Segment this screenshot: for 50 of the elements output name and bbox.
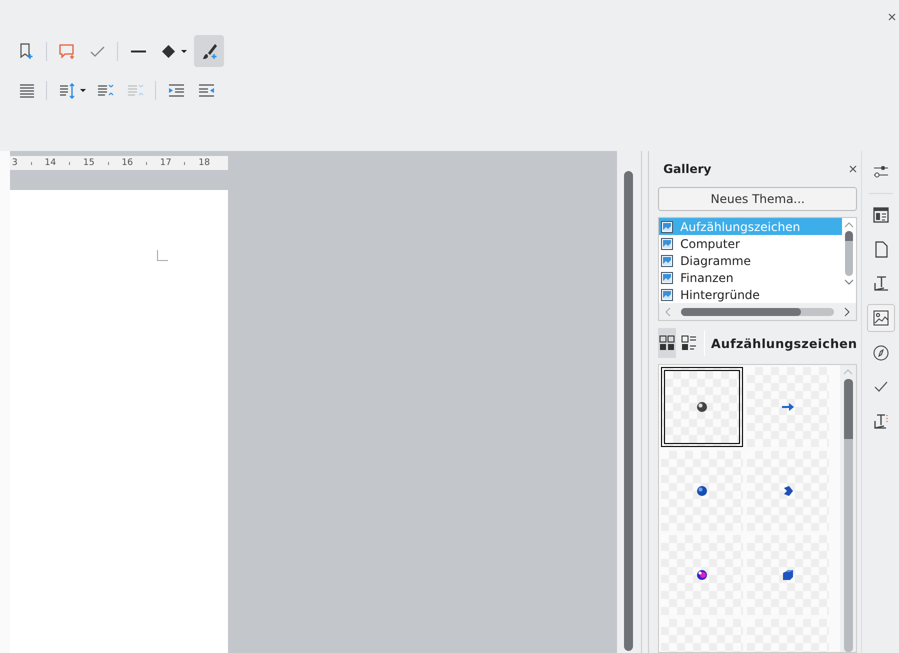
- comment-icon: [58, 42, 76, 60]
- ruler-number: 3: [12, 158, 18, 168]
- picture-icon: [661, 272, 674, 284]
- sphere-icon: [696, 401, 708, 413]
- picture-tab[interactable]: [866, 304, 895, 332]
- ruler-number: 15: [83, 158, 95, 168]
- cube-icon: [782, 569, 794, 581]
- caret-icon: [80, 88, 86, 92]
- close-icon: [849, 165, 858, 173]
- ruler-number: 16: [122, 158, 134, 168]
- line-spacing-icon: [58, 80, 76, 100]
- theme-name: Aufzählungszeichen: [711, 336, 858, 350]
- design-icon: [872, 412, 890, 430]
- ruler-number: 17: [160, 158, 172, 168]
- arrow-icon: [782, 401, 794, 413]
- scroll-right-icon[interactable]: [844, 306, 850, 316]
- horizontal-scrollbar[interactable]: [681, 308, 834, 316]
- styles-icon: [872, 206, 890, 224]
- caret-icon: [181, 50, 187, 52]
- theme-item[interactable]: Computer: [659, 235, 842, 252]
- scroll-down-icon[interactable]: [844, 279, 854, 285]
- picture-icon: [661, 220, 674, 232]
- line-icon: [130, 50, 146, 52]
- text-ruler-icon: [872, 274, 890, 292]
- picture-icon: [661, 254, 674, 266]
- ruler-number: 14: [44, 158, 56, 168]
- paintbrush-button[interactable]: [194, 35, 224, 67]
- text-boundary-corner: [156, 250, 168, 261]
- detail-view-icon: [681, 335, 698, 351]
- list-scrollbar[interactable]: [845, 231, 854, 276]
- sidebar-collapse-handle[interactable]: [641, 151, 650, 653]
- compass-icon: [872, 344, 890, 362]
- sphere-icon: [696, 569, 708, 581]
- picture-icon: [661, 288, 674, 300]
- gallery-item[interactable]: [661, 367, 744, 447]
- new-theme-button[interactable]: Neues Thema...: [658, 187, 858, 211]
- picture-icon: [872, 309, 890, 327]
- theme-item[interactable]: Diagramme: [659, 252, 842, 269]
- panel-title: Gallery: [663, 162, 712, 176]
- diamond-arrow-icon: [782, 485, 794, 497]
- ruler-number: 18: [198, 158, 210, 168]
- sphere-icon: [696, 485, 708, 497]
- icon-view-icon: [659, 335, 676, 351]
- icon-view-button[interactable]: [658, 328, 676, 358]
- close-icon: [888, 13, 896, 21]
- gallery-scrollbar[interactable]: [844, 379, 853, 652]
- theme-item[interactable]: Hintergründe: [659, 286, 842, 303]
- theme-item[interactable]: Finanzen: [659, 269, 842, 286]
- picture-icon: [661, 238, 674, 250]
- scroll-up-icon[interactable]: [844, 222, 854, 228]
